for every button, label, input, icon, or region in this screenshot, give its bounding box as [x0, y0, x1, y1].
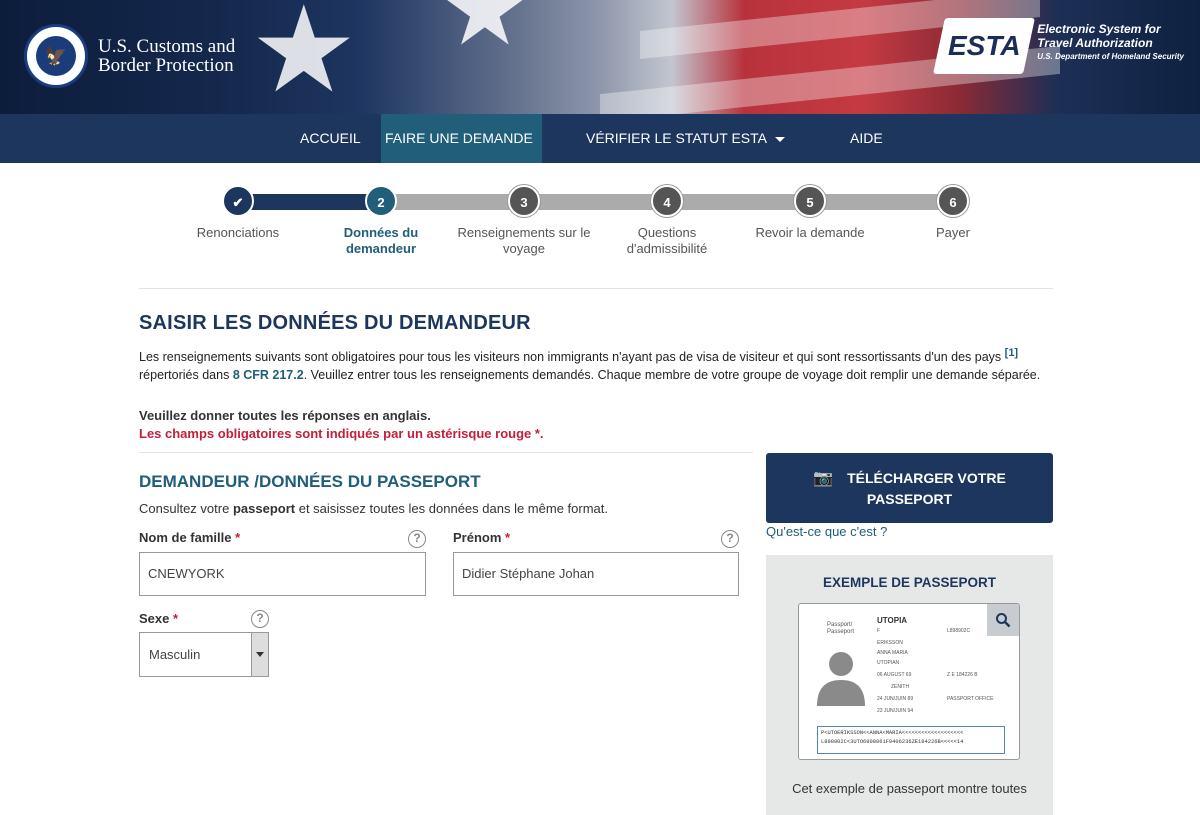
required-asterisk: *: [173, 611, 179, 626]
step-3-label: Renseignements sur le voyage: [457, 225, 591, 256]
nav-apply-label: FAIRE UNE DEMANDE: [385, 130, 533, 146]
sex-select[interactable]: Masculin: [139, 632, 269, 677]
step-3-circle: 3: [508, 185, 540, 217]
example-caption: Cet exemple de passeport montre toutes: [792, 781, 1027, 796]
cbp-logo[interactable]: 🦅 U.S. Customs and Border Protection: [24, 24, 235, 88]
intro-text: . Veuillez entrer tous les renseignement…: [303, 368, 1041, 383]
zoom-search-icon[interactable]: [987, 604, 1019, 636]
passport-dob: 06 AUGUST 69: [877, 672, 912, 678]
passport-type: Passport/ Passeport: [827, 622, 855, 635]
footnote-link[interactable]: [1]: [1005, 347, 1018, 359]
camera-icon: 📷: [813, 470, 834, 487]
esta-subtitle: Electronic System for Travel Authorizati…: [1037, 22, 1184, 64]
whats-this-link[interactable]: Qu'est-ce que c'est ?: [766, 524, 887, 539]
passport-surname: ERIKSSON: [877, 640, 903, 646]
esta-sub-line-2: Travel Authorization: [1037, 36, 1153, 50]
cfr-link[interactable]: 8 CFR 217.2: [233, 368, 304, 382]
passport-example-panel: EXEMPLE DE PASSEPORT Passport/ Passeport…: [766, 555, 1053, 815]
step-4-label: Questions d'admissibilité: [626, 225, 708, 256]
step-2-circle: 2: [365, 185, 397, 217]
dropdown-arrow-icon[interactable]: [251, 633, 268, 676]
intro-text: Les renseignements suivants sont obligat…: [139, 350, 1002, 365]
passport-country: UTOPIA: [877, 616, 908, 625]
esta-wordmark: ESTA: [947, 30, 1021, 61]
flag-star-icon: ★: [250, 0, 358, 114]
help-icon[interactable]: ?: [408, 530, 426, 548]
passport-authority: PASSPORT OFFICE: [947, 696, 994, 702]
section-instructions: Consultez votre passeport et saisissez t…: [139, 501, 608, 516]
divider: [139, 288, 1053, 289]
sex-label: Sexe *: [139, 611, 179, 626]
mrz-line-2: L898902C<3UTO6908061F9406236ZE184226B<<<…: [821, 739, 964, 745]
progress-steps: ✔ 2 3 4 5 6 Renonciations Données du dem…: [190, 184, 990, 264]
nav-check-status-label: VÉRIFIER LE STATUT ESTA: [586, 130, 767, 146]
passport-mrz: P<UTOERIKSSON<<ANNA<MARIA<<<<<<<<<<<<<<<…: [817, 726, 1005, 754]
person-silhouette-icon: [813, 646, 869, 706]
nav-home[interactable]: ACCUEIL: [296, 114, 365, 163]
intro-text: répertoriés dans: [139, 368, 230, 383]
passport-nationality: UTOPIAN: [877, 660, 900, 666]
intro-paragraph: Les renseignements suivants sont obligat…: [139, 344, 1049, 384]
mrz-line-1: P<UTOERIKSSON<<ANNA<MARIA<<<<<<<<<<<<<<<…: [821, 730, 964, 736]
required-note: Les champs obligatoires sont indiqués pa…: [139, 426, 544, 441]
agency-line-2: Border Protection: [98, 55, 234, 76]
step-6-circle: 6: [937, 185, 969, 217]
nav-apply[interactable]: FAIRE UNE DEMANDE: [381, 114, 542, 191]
step-1-check-icon[interactable]: ✔: [222, 185, 254, 217]
step-5-label: Revoir la demande: [755, 225, 865, 240]
passport-personal-number: Z E 184226 B: [947, 672, 978, 678]
nav-check-status[interactable]: VÉRIFIER LE STATUT ESTA: [582, 114, 789, 163]
dhs-seal-icon: 🦅: [24, 24, 88, 88]
step-2-label: Données du demandeur: [343, 225, 419, 256]
agency-line-1: U.S. Customs and: [98, 36, 236, 57]
upload-label-line-1: TÉLÉCHARGER VOTRE: [847, 470, 1006, 486]
passport-issue-date: 24 JUN/JUIN 89: [877, 696, 914, 702]
header-banner: ★ ★ 🦅 U.S. Customs and Border Protection…: [0, 0, 1200, 114]
passport-birthplace: ZENITH: [891, 684, 910, 690]
main-nav: ACCUEIL FAIRE UNE DEMANDE VÉRIFIER LE ST…: [0, 114, 1200, 191]
esta-sub-line-3: U.S. Department of Homeland Security: [1037, 52, 1184, 61]
flag-star-icon: ★: [440, 0, 530, 66]
esta-logo[interactable]: ESTA Electronic System for Travel Author…: [933, 18, 1184, 74]
sex-select-value: Masculin: [149, 647, 201, 662]
help-icon[interactable]: ?: [251, 610, 269, 628]
section-title: DEMANDEUR /DONNÉES DU PASSEPORT: [139, 472, 481, 491]
caret-down-icon: [775, 136, 785, 142]
step-1-label[interactable]: Renonciations: [163, 225, 313, 241]
nav-help-label: AIDE: [850, 130, 883, 146]
required-asterisk: *: [505, 530, 511, 545]
last-name-label: Nom de famille *: [139, 530, 241, 545]
required-asterisk: *: [235, 530, 241, 545]
esta-sub-line-1: Electronic System for: [1037, 22, 1161, 36]
example-title: EXEMPLE DE PASSEPORT: [822, 575, 997, 590]
step-6-label: Payer: [936, 225, 970, 240]
esta-badge: ESTA: [933, 18, 1036, 74]
passport-sex: F: [877, 628, 881, 634]
last-name-input[interactable]: CNEWYORK: [139, 552, 426, 596]
first-name-input[interactable]: Didier Stéphane Johan: [453, 552, 739, 596]
cbp-agency-name: U.S. Customs and Border Protection: [98, 37, 235, 75]
english-note: Veuillez donner toutes les réponses en a…: [139, 408, 431, 423]
help-icon[interactable]: ?: [721, 530, 739, 548]
passport-number: L898902C: [947, 628, 971, 634]
progress-track-done: [238, 194, 381, 210]
passport-expiry-date: 23 JUN/JUIN 94: [877, 708, 914, 714]
nav-help[interactable]: AIDE: [846, 114, 887, 163]
step-4-circle: 4: [651, 185, 683, 217]
upload-label-line-2: PASSEPORT: [866, 491, 953, 507]
upload-passport-button[interactable]: 📷 TÉLÉCHARGER VOTRE PASSEPORT: [766, 453, 1053, 523]
page-title: SAISIR LES DONNÉES DU DEMANDEUR: [139, 312, 531, 334]
passport-given-names: ANNA MARIA: [877, 650, 908, 656]
nav-home-label: ACCUEIL: [300, 130, 361, 146]
step-5-circle: 5: [794, 185, 826, 217]
passport-sample-image[interactable]: Passport/ Passeport UTOPIA F L898902C ER…: [798, 603, 1020, 760]
first-name-label: Prénom *: [453, 530, 511, 545]
divider: [139, 452, 753, 453]
